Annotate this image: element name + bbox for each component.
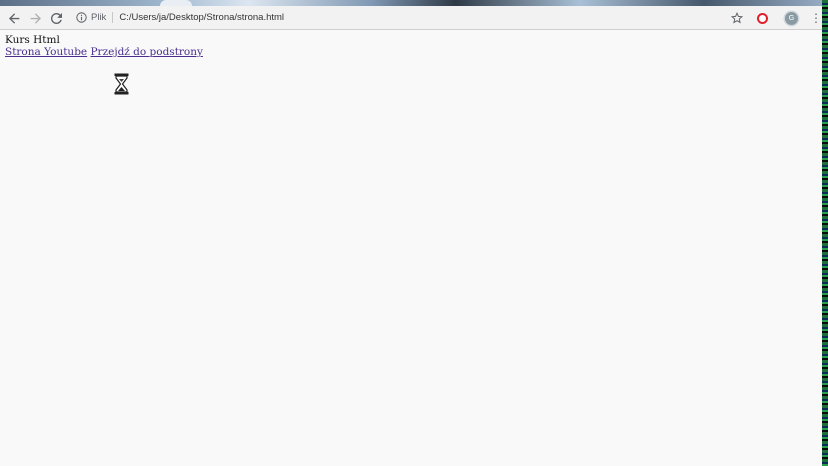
profile-avatar-button[interactable]: G <box>785 9 798 27</box>
subpage-link[interactable]: Przejdź do podstrony <box>90 46 202 58</box>
kebab-menu-icon: ⋮ <box>810 11 822 25</box>
page-content: Kurs Html Strona Youtube Przejdź do pods… <box>5 34 203 59</box>
avatar: G <box>785 11 798 25</box>
forward-arrow-icon <box>30 12 41 24</box>
info-icon[interactable] <box>76 12 87 23</box>
opera-extension-button[interactable] <box>757 9 768 27</box>
opera-icon <box>757 12 768 24</box>
browser-menu-button[interactable]: ⋮ <box>810 9 822 27</box>
forward-button[interactable] <box>26 9 44 27</box>
address-bar[interactable]: Plik C:/Users/ja/Desktop/Strona/strona.h… <box>72 9 778 26</box>
page-heading: Kurs Html <box>5 34 60 46</box>
browser-toolbar: Plik C:/Users/ja/Desktop/Strona/strona.h… <box>0 6 822 30</box>
reload-icon <box>50 12 62 24</box>
back-arrow-icon <box>8 12 19 24</box>
links-row: Strona Youtube Przejdź do podstrony <box>5 46 203 59</box>
window-edge-strip <box>822 0 828 466</box>
bookmark-star-button[interactable] <box>731 9 743 27</box>
youtube-link[interactable]: Strona Youtube <box>5 46 87 58</box>
origin-chip-label[interactable]: Plik <box>91 12 106 23</box>
star-icon <box>731 12 743 24</box>
reload-button[interactable] <box>47 9 65 27</box>
address-separator <box>112 12 114 23</box>
back-button[interactable] <box>5 9 23 27</box>
url-text[interactable]: C:/Users/ja/Desktop/Strona/strona.html <box>119 12 284 23</box>
hourglass-cursor-icon <box>114 73 129 95</box>
